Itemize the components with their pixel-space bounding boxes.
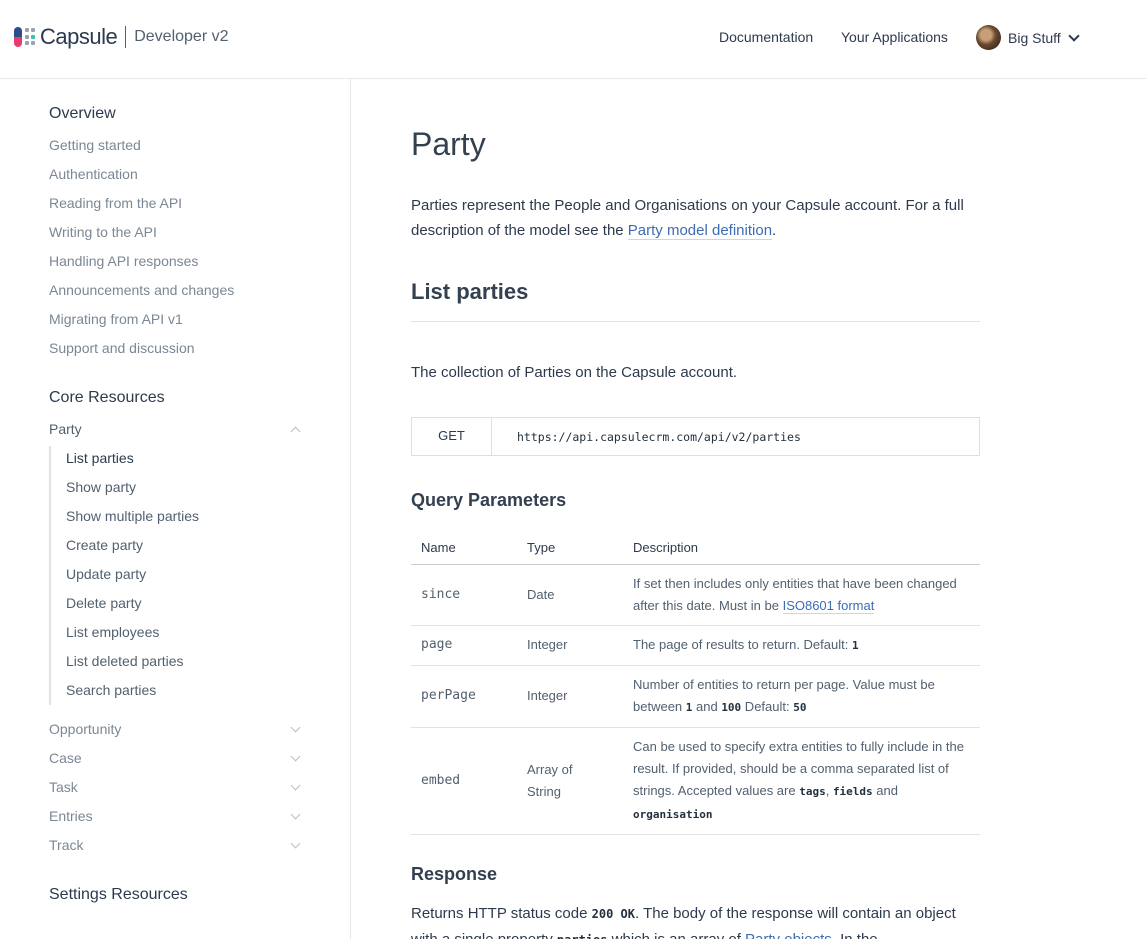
response-text: which is an array of (607, 931, 745, 939)
param-name: page (411, 625, 517, 666)
sidebar-sub-list-parties[interactable]: List parties (66, 450, 134, 466)
sidebar-item-party[interactable]: Party (49, 421, 82, 437)
inline-code: 50 (793, 700, 807, 714)
col-type-header: Type (517, 532, 623, 565)
param-type: Integer (517, 665, 623, 728)
page-title: Party (411, 126, 486, 162)
table-header-row: Name Type Description (411, 532, 980, 565)
user-name: Big Stuff (1008, 29, 1061, 46)
sidebar-heading-settings-resources[interactable]: Settings Resources (49, 886, 188, 904)
param-type: Date (517, 564, 623, 626)
inline-code: tags (799, 784, 826, 798)
param-description: The page of results to return. Default: … (623, 625, 980, 666)
param-name: embed (411, 727, 517, 835)
nav-your-applications-link[interactable]: Your Applications (841, 29, 948, 45)
section-title: List parties (411, 279, 529, 304)
collection-description: The collection of Parties on the Capsule… (411, 364, 738, 381)
response-heading: Response (411, 864, 498, 884)
sidebar-sub-show-multiple-parties[interactable]: Show multiple parties (66, 508, 199, 524)
param-desc-text: The page of results to return. Default: (633, 636, 852, 652)
col-description-header: Description (623, 532, 980, 565)
sidebar-sub-delete-party[interactable]: Delete party (66, 595, 141, 611)
chevron-up-icon[interactable] (290, 426, 301, 437)
response-paragraph: Returns HTTP status code 200 OK. The bod… (411, 901, 980, 939)
sidebar-item-writing[interactable]: Writing to the API (49, 224, 157, 240)
chevron-down-icon[interactable] (290, 722, 301, 733)
endpoint-box: GET https://api.capsulecrm.com/api/v2/pa… (411, 417, 980, 456)
sidebar-item-task[interactable]: Task (49, 779, 78, 795)
param-type: Array of String (517, 727, 623, 835)
sidebar-nav: Overview Getting started Authentication … (0, 79, 351, 939)
sidebar-submenu-line (49, 446, 51, 705)
capsule-logo-icon (14, 26, 36, 48)
inline-code: 200 OK (591, 907, 635, 921)
logo-text: Capsule (40, 24, 118, 49)
sidebar-item-track[interactable]: Track (49, 837, 83, 853)
param-description: Number of entities to return per page. V… (623, 665, 980, 728)
param-desc-text: and (872, 782, 898, 798)
chevron-down-icon[interactable] (290, 751, 301, 762)
table-row: page Integer The page of results to retu… (411, 625, 980, 666)
endpoint-url[interactable]: https://api.capsulecrm.com/api/v2/partie… (492, 418, 801, 455)
sidebar-sub-show-party[interactable]: Show party (66, 479, 136, 495)
param-desc-text: , (825, 782, 833, 798)
logo-divider (125, 26, 127, 48)
table-row: since Date If set then includes only ent… (411, 564, 980, 626)
sidebar-sub-update-party[interactable]: Update party (66, 566, 146, 582)
sidebar-item-entries[interactable]: Entries (49, 808, 93, 824)
section-divider (411, 321, 980, 322)
intro-paragraph: Parties represent the People and Organis… (411, 193, 980, 243)
party-objects-link[interactable]: Party objects (745, 931, 832, 939)
avatar (976, 25, 1001, 50)
capsule-logo[interactable]: Capsule Developer v2 (14, 24, 229, 50)
response-text: . In the (832, 931, 878, 939)
query-parameters-heading: Query Parameters (411, 490, 567, 510)
sidebar-sub-list-employees[interactable]: List employees (66, 624, 159, 640)
sidebar-item-announcements[interactable]: Announcements and changes (49, 282, 234, 298)
sidebar-item-support[interactable]: Support and discussion (49, 340, 195, 356)
inline-code: 100 (721, 700, 742, 714)
logo-subtitle: Developer v2 (134, 28, 229, 45)
sidebar-heading-overview[interactable]: Overview (49, 105, 116, 123)
sidebar-item-case[interactable]: Case (49, 750, 82, 766)
top-header: Capsule Developer v2 Documentation Your … (0, 0, 1146, 79)
table-row: embed Array of String Can be used to spe… (411, 727, 980, 835)
chevron-down-icon[interactable] (290, 780, 301, 791)
party-model-link[interactable]: Party model definition (627, 222, 773, 240)
nav-documentation-link[interactable]: Documentation (719, 29, 813, 45)
param-type: Integer (517, 625, 623, 666)
query-parameters-table: Name Type Description since Date If set … (411, 532, 980, 835)
sidebar-item-reading[interactable]: Reading from the API (49, 195, 182, 211)
sidebar-sub-search-parties[interactable]: Search parties (66, 682, 156, 698)
param-name: perPage (411, 665, 517, 728)
table-row: perPage Integer Number of entities to re… (411, 665, 980, 728)
inline-code: fields (832, 784, 873, 798)
sidebar-item-migrating[interactable]: Migrating from API v1 (49, 311, 183, 327)
param-name: since (411, 564, 517, 626)
sidebar-item-authentication[interactable]: Authentication (49, 166, 138, 182)
chevron-down-icon[interactable] (290, 838, 301, 849)
col-name-header: Name (411, 532, 517, 565)
param-description: If set then includes only entities that … (623, 564, 980, 626)
param-desc-text: Default: (741, 698, 794, 714)
inline-code: 1 (851, 638, 859, 652)
sidebar-sub-list-deleted-parties[interactable]: List deleted parties (66, 653, 184, 669)
param-desc-text: and (692, 698, 722, 714)
chevron-down-icon (1068, 29, 1080, 42)
response-text: Returns HTTP status code (411, 905, 592, 922)
iso8601-link[interactable]: ISO8601 format (782, 597, 875, 614)
sidebar-item-opportunity[interactable]: Opportunity (49, 721, 121, 737)
inline-code: parties (557, 933, 608, 939)
inline-code: organisation (633, 807, 713, 821)
sidebar-item-getting-started[interactable]: Getting started (49, 137, 141, 153)
sidebar-item-handling-responses[interactable]: Handling API responses (49, 253, 198, 269)
user-menu[interactable]: Big Stuff (976, 25, 1080, 50)
chevron-down-icon[interactable] (290, 809, 301, 820)
intro-end: . (772, 222, 777, 239)
http-method: GET (412, 418, 492, 455)
param-description: Can be used to specify extra entities to… (623, 727, 980, 835)
sidebar-heading-core-resources[interactable]: Core Resources (49, 389, 165, 407)
sidebar-sub-create-party[interactable]: Create party (66, 537, 143, 553)
